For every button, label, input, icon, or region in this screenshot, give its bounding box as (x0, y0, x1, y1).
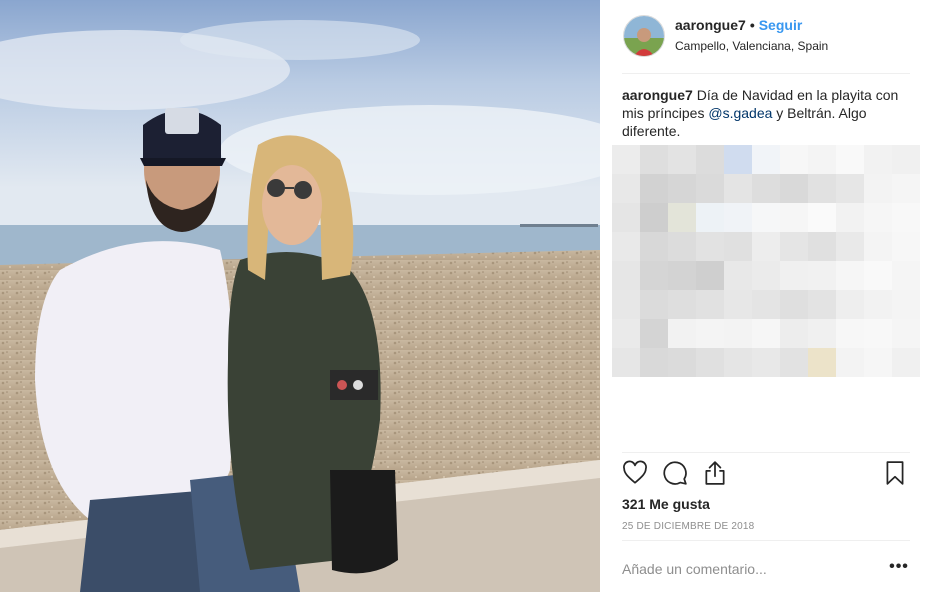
post-photo-image (0, 0, 600, 592)
more-options-icon[interactable]: ••• (888, 557, 910, 577)
comment-input[interactable] (622, 556, 872, 582)
post-photo[interactable] (0, 0, 600, 592)
separator-dot: • (749, 17, 755, 33)
pixelated-comments-area (612, 145, 920, 377)
caption-username[interactable]: aarongue7 (622, 87, 693, 103)
author-username[interactable]: aarongue7 (675, 17, 746, 33)
post-caption: aarongue7 Día de Navidad en la playita c… (622, 86, 912, 140)
action-bar (622, 460, 910, 490)
comment-icon[interactable] (662, 460, 690, 488)
post-date[interactable]: 25 DE DICIEMBRE DE 2018 (622, 521, 754, 532)
avatar-image (624, 16, 664, 56)
bookmark-icon[interactable] (882, 460, 910, 488)
header-divider (622, 73, 910, 74)
comment-divider (622, 540, 910, 541)
location-link[interactable]: Campello, Valenciana, Spain (675, 39, 828, 53)
post-author-line: aarongue7 • Seguir (675, 17, 802, 33)
share-icon[interactable] (702, 460, 730, 488)
likes-count[interactable]: 321 Me gusta (622, 496, 710, 512)
post-side-panel: aarongue7 • Seguir Campello, Valenciana, S… (600, 0, 932, 592)
follow-button[interactable]: Seguir (759, 17, 803, 33)
avatar[interactable] (623, 15, 665, 57)
actions-divider (622, 452, 910, 453)
post-header: aarongue7 • Seguir Campello, Valenciana, S… (622, 14, 910, 72)
heart-icon[interactable] (622, 460, 650, 488)
caption-mention[interactable]: @s.gadea (708, 105, 772, 121)
